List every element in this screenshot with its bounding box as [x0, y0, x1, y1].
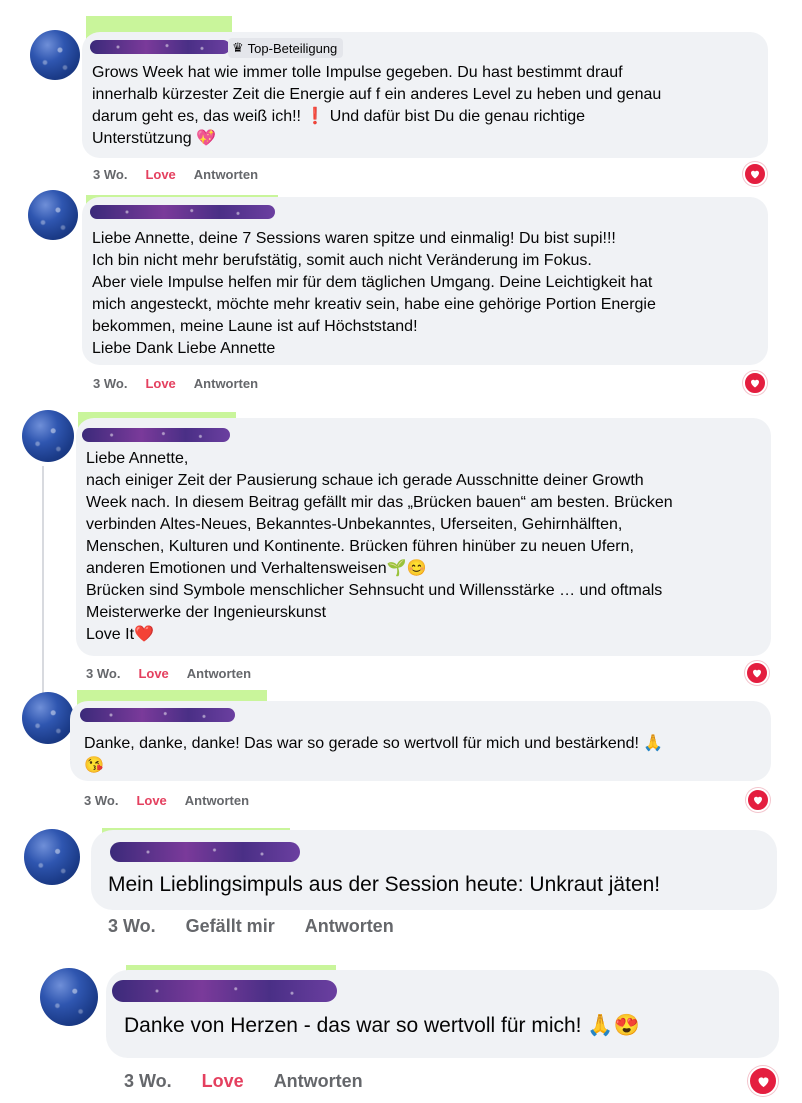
- reply-button[interactable]: Antworten: [274, 1071, 363, 1092]
- timestamp[interactable]: 3 Wo.: [86, 666, 120, 681]
- author-name-redacted[interactable]: [110, 842, 300, 862]
- comment-text: Mein Lieblingsimpuls aus der Session heu…: [108, 873, 661, 896]
- love-reaction-button[interactable]: Love: [138, 666, 168, 681]
- author-name-redacted[interactable]: [112, 980, 337, 1002]
- top-participation-badge: ♛ Top-Beteiligung: [228, 38, 344, 58]
- timestamp[interactable]: 3 Wo.: [108, 916, 156, 937]
- heart-icon[interactable]: [743, 162, 767, 186]
- comment-actions: 3 Wo. Love Antworten: [93, 376, 258, 391]
- avatar[interactable]: [40, 968, 98, 1026]
- author-name-redacted[interactable]: [90, 40, 230, 54]
- love-reaction-button[interactable]: Love: [145, 167, 175, 182]
- comment-text: Liebe Annette, deine 7 Sessions waren sp…: [92, 230, 656, 357]
- author-name-redacted[interactable]: [80, 708, 235, 722]
- timestamp[interactable]: 3 Wo.: [93, 376, 127, 391]
- comment-text: Danke, danke, danke! Das war so gerade s…: [84, 735, 664, 774]
- author-name-redacted[interactable]: [90, 205, 275, 219]
- comment-actions: 3 Wo. Gefällt mir Antworten: [108, 916, 394, 937]
- heart-icon[interactable]: [743, 371, 767, 395]
- love-reaction-button[interactable]: Love: [136, 793, 166, 808]
- comment-text: Liebe Annette, nach einiger Zeit der Pau…: [86, 450, 673, 643]
- reply-button[interactable]: Antworten: [305, 916, 394, 937]
- avatar[interactable]: [22, 692, 74, 744]
- heart-icon[interactable]: [745, 661, 769, 685]
- like-button[interactable]: Gefällt mir: [186, 916, 275, 937]
- comment-text: Grows Week hat wie immer tolle Impulse g…: [92, 64, 662, 147]
- reply-button[interactable]: Antworten: [194, 167, 258, 182]
- love-reaction-button[interactable]: Love: [145, 376, 175, 391]
- timestamp[interactable]: 3 Wo.: [93, 167, 127, 182]
- comment-actions: 3 Wo. Love Antworten: [124, 1071, 363, 1092]
- comment-actions: 3 Wo. Love Antworten: [86, 666, 251, 681]
- author-name-redacted[interactable]: [82, 428, 230, 442]
- reply-button[interactable]: Antworten: [194, 376, 258, 391]
- comment-actions: 3 Wo. Love Antworten: [93, 167, 258, 182]
- reply-button[interactable]: Antworten: [185, 793, 249, 808]
- timestamp[interactable]: 3 Wo.: [84, 793, 118, 808]
- reply-button[interactable]: Antworten: [187, 666, 251, 681]
- comment-actions: 3 Wo. Love Antworten: [84, 793, 249, 808]
- avatar[interactable]: [30, 30, 80, 80]
- love-reaction-button[interactable]: Love: [202, 1071, 244, 1092]
- avatar[interactable]: [22, 410, 74, 462]
- avatar[interactable]: [24, 829, 80, 885]
- avatar[interactable]: [28, 190, 78, 240]
- heart-icon[interactable]: [746, 788, 770, 812]
- crown-icon: ♛: [232, 40, 244, 55]
- thread-line: [42, 466, 44, 700]
- comment-text: Danke von Herzen - das war so wertvoll f…: [124, 1014, 640, 1037]
- timestamp[interactable]: 3 Wo.: [124, 1071, 172, 1092]
- heart-icon[interactable]: [748, 1066, 778, 1096]
